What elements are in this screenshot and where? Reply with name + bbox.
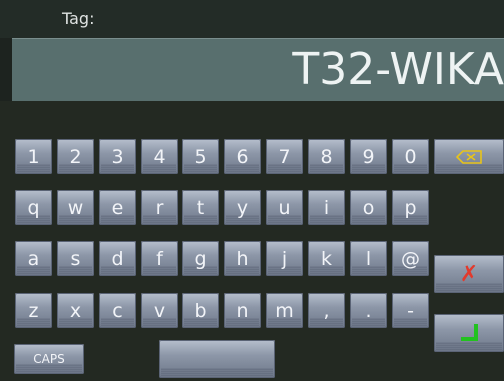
caps-key[interactable]: CAPS [14, 344, 84, 374]
key-a[interactable]: a [15, 241, 52, 276]
key-period[interactable]: . [350, 293, 387, 328]
key-8[interactable]: 8 [308, 139, 345, 174]
key-2[interactable]: 2 [57, 139, 94, 174]
cancel-key[interactable]: ✗ [434, 255, 504, 293]
key-g[interactable]: g [182, 241, 219, 276]
key-comma[interactable]: , [308, 293, 345, 328]
key-z[interactable]: z [15, 293, 52, 328]
key-j[interactable]: j [266, 241, 303, 276]
key-n[interactable]: n [224, 293, 261, 328]
enter-key[interactable] [434, 314, 504, 352]
key-7[interactable]: 7 [266, 139, 303, 174]
enter-check-icon [459, 324, 478, 344]
tag-label: Tag: [62, 9, 95, 28]
key-c[interactable]: c [99, 293, 136, 328]
key-0[interactable]: 0 [392, 139, 429, 174]
key-f[interactable]: f [141, 241, 178, 276]
key-4[interactable]: 4 [141, 139, 178, 174]
input-display: T32-WIKA [12, 38, 504, 101]
key-h[interactable]: h [224, 241, 261, 276]
key-e[interactable]: e [99, 190, 136, 225]
key-m[interactable]: m [266, 293, 303, 328]
key-3[interactable]: 3 [99, 139, 136, 174]
key-p[interactable]: p [392, 190, 429, 225]
backspace-key[interactable] [434, 139, 504, 174]
key-k[interactable]: k [308, 241, 345, 276]
key-q[interactable]: q [15, 190, 52, 225]
key-at[interactable]: @ [392, 241, 429, 276]
key-d[interactable]: d [99, 241, 136, 276]
cancel-x-icon: ✗ [459, 261, 479, 287]
key-l[interactable]: l [350, 241, 387, 276]
key-t[interactable]: t [182, 190, 219, 225]
space-key[interactable] [159, 340, 275, 378]
input-value: T32-WIKA [292, 44, 504, 95]
key-o[interactable]: o [350, 190, 387, 225]
key-u[interactable]: u [266, 190, 303, 225]
key-hyphen[interactable]: - [392, 293, 429, 328]
backspace-icon [456, 149, 482, 164]
key-5[interactable]: 5 [182, 139, 219, 174]
key-x[interactable]: x [57, 293, 94, 328]
key-v[interactable]: v [141, 293, 178, 328]
key-w[interactable]: w [57, 190, 94, 225]
key-r[interactable]: r [141, 190, 178, 225]
key-6[interactable]: 6 [224, 139, 261, 174]
header-bar: Tag: [0, 0, 504, 38]
key-1[interactable]: 1 [15, 139, 52, 174]
key-s[interactable]: s [57, 241, 94, 276]
key-i[interactable]: i [308, 190, 345, 225]
key-y[interactable]: y [224, 190, 261, 225]
key-9[interactable]: 9 [350, 139, 387, 174]
key-b[interactable]: b [182, 293, 219, 328]
